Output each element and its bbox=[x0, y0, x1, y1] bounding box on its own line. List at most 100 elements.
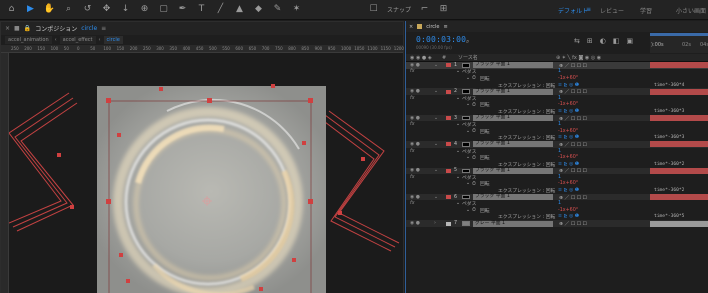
selection-arrow-icon[interactable]: ▶ bbox=[25, 4, 36, 15]
layer-name[interactable]: ブラック 平面 1 bbox=[473, 115, 553, 122]
visibility-eye-icon[interactable]: ◉ ● bbox=[410, 168, 420, 173]
motion-blur-icon[interactable]: ◐ bbox=[600, 37, 606, 45]
expand-chevron-icon[interactable]: ⌄ bbox=[456, 175, 460, 180]
expand-chevron-icon[interactable]: ⌄ bbox=[434, 168, 438, 173]
workspace-default[interactable]: デフォルト bbox=[558, 6, 588, 15]
property-group-value[interactable]: 1 bbox=[558, 96, 561, 101]
puppet-icon[interactable]: ✶ bbox=[291, 4, 302, 15]
fx-icon[interactable]: fx bbox=[410, 122, 415, 127]
fx-icon[interactable]: fx bbox=[410, 69, 415, 74]
visibility-eye-icon[interactable]: ◉ ● bbox=[410, 221, 420, 226]
expand-chevron-icon[interactable]: ⌄ bbox=[466, 181, 470, 186]
layer-row[interactable]: ◉ ● › 7 グレー 平面 1 ⊕ ／ ☐ ☐ ☐ bbox=[406, 220, 708, 227]
visibility-eye-icon[interactable]: ◉ ● bbox=[410, 195, 420, 200]
breadcrumb-accel-animation[interactable]: accel_animation bbox=[5, 36, 52, 44]
expand-chevron-icon[interactable]: ⌄ bbox=[466, 102, 470, 107]
text-icon[interactable]: T bbox=[196, 4, 207, 15]
expression-text[interactable]: time*-360*3 bbox=[654, 135, 684, 140]
expression-controls-icon[interactable]: ≡ ⊵ ◎ ❶ bbox=[558, 188, 579, 193]
zoom-icon[interactable]: ⌕ bbox=[63, 4, 74, 15]
layer-name[interactable]: グレー 平面 1 bbox=[473, 220, 553, 227]
property-group-row[interactable]: fx ⌄ ペダス 1 bbox=[406, 148, 708, 155]
property-group-value[interactable]: 1 bbox=[558, 69, 561, 74]
workspace-review[interactable]: レビュー bbox=[600, 6, 624, 15]
property-group-row[interactable]: fx ⌄ ペダス 1 bbox=[406, 121, 708, 128]
expand-chevron-icon[interactable]: ⌄ bbox=[456, 201, 460, 206]
property-value[interactable]: -1x+60° bbox=[558, 76, 578, 81]
property-value[interactable]: -1x+60° bbox=[558, 208, 578, 213]
expand-chevron-icon[interactable]: ⌄ bbox=[466, 155, 470, 160]
stopwatch-icon[interactable]: ⏱ bbox=[472, 181, 476, 187]
stopwatch-icon[interactable]: ⏱ bbox=[472, 207, 476, 213]
fx-icon[interactable]: fx bbox=[410, 175, 415, 180]
source-name-header[interactable]: ソース名 bbox=[458, 54, 478, 61]
expand-chevron-icon[interactable]: ⌄ bbox=[466, 208, 470, 213]
workspace-learn[interactable]: 学習 bbox=[640, 6, 652, 15]
lock-icon-2[interactable]: 🔒 bbox=[24, 25, 31, 32]
expression-controls-icon[interactable]: ≡ ⊵ ◎ ❶ bbox=[558, 214, 579, 219]
property-row[interactable]: ⌄ ⏱ 回転 -1x+60° bbox=[406, 102, 708, 108]
layer-label-color[interactable] bbox=[446, 195, 451, 200]
time-ruler[interactable]: ):00s 02s 04s bbox=[650, 33, 708, 53]
layer-switches[interactable]: ⊕ ／ ☐ ☐ ☐ bbox=[559, 220, 587, 227]
stopwatch-icon[interactable]: ⏱ bbox=[472, 128, 476, 134]
layer-name[interactable]: ブラック 平面 1 bbox=[473, 141, 553, 148]
expression-text[interactable]: time*-360*3 bbox=[654, 109, 684, 114]
property-value[interactable]: -1x+60° bbox=[558, 129, 578, 134]
property-row[interactable]: ⌄ ⏱ 回転 -1x+60° bbox=[406, 75, 708, 82]
close-icon[interactable]: × bbox=[409, 24, 413, 30]
expression-row[interactable]: エクスプレッション : 回転 ≡ ⊵ ◎ ❶ time*-360*4 bbox=[406, 82, 708, 89]
visibility-eye-icon[interactable]: ◉ ● bbox=[410, 89, 420, 94]
layer-name[interactable]: ブラック 平面 1 bbox=[473, 62, 553, 69]
layer-row[interactable]: ◉ ● ⌄ 1 ブラック 平面 1 ⊕ ／ ☐ ☐ ☐ bbox=[406, 62, 708, 69]
layer-row[interactable]: ◉ ● ⌄ 5 ブラック 平面 1 ⊕ ／ ☐ ☐ ☐ bbox=[406, 167, 708, 174]
brush-icon[interactable]: ╱ bbox=[215, 4, 226, 15]
layer-name[interactable]: ブラック 平面 1 bbox=[473, 194, 553, 201]
hand-icon[interactable]: ✋ bbox=[44, 4, 55, 15]
menu-icon[interactable]: ≡ bbox=[101, 25, 106, 32]
current-time-display[interactable]: 0:00:03:00 bbox=[416, 35, 466, 44]
vertical-ruler[interactable] bbox=[1, 53, 9, 293]
layer-duration-bar[interactable] bbox=[650, 220, 708, 227]
fx-icon[interactable]: fx bbox=[410, 149, 415, 154]
expand-chevron-icon[interactable]: ⌄ bbox=[456, 96, 460, 101]
frame-blend-icon[interactable]: ⊞ bbox=[587, 37, 593, 45]
property-group-row[interactable]: fx ⌄ ペダス 1 bbox=[406, 69, 708, 75]
close-icon[interactable]: × bbox=[5, 25, 10, 32]
roto-icon[interactable]: ✎ bbox=[272, 4, 283, 15]
expression-text[interactable]: time*-360*5 bbox=[654, 214, 684, 219]
expression-text[interactable]: time*-360*2 bbox=[654, 162, 684, 167]
expression-row[interactable]: エクスプレッション : 回転 ≡ ⊵ ◎ ❶ time*-360*5 bbox=[406, 214, 708, 220]
composition-canvas[interactable] bbox=[9, 53, 403, 293]
expand-chevron-icon[interactable]: ⌄ bbox=[434, 116, 438, 121]
property-group-value[interactable]: 1 bbox=[558, 201, 561, 206]
shy-icon[interactable]: ⇆ bbox=[574, 37, 580, 45]
layer-duration-bar[interactable] bbox=[650, 141, 708, 148]
stopwatch-icon[interactable]: ⏱ bbox=[472, 155, 476, 161]
search-icon[interactable]: ⌕ bbox=[466, 38, 474, 46]
stopwatch-icon[interactable]: ⏱ bbox=[472, 75, 476, 81]
property-group-row[interactable]: fx ⌄ ペダス 1 bbox=[406, 174, 708, 181]
fx-icon[interactable]: fx bbox=[410, 201, 415, 206]
expression-row[interactable]: エクスプレッション : 回転 ≡ ⊵ ◎ ❶ time*-360*3 bbox=[406, 135, 708, 141]
property-group-row[interactable]: fx ⌄ ペダス 1 bbox=[406, 200, 708, 207]
visibility-eye-icon[interactable]: ◉ ● bbox=[410, 116, 420, 121]
layer-label-color[interactable] bbox=[446, 116, 451, 121]
menu-icon[interactable]: ≡ bbox=[444, 24, 448, 30]
expression-text[interactable]: time*-360*4 bbox=[654, 83, 684, 88]
property-value[interactable]: -1x+60° bbox=[558, 181, 578, 186]
graph-editor-icon[interactable]: ◧ bbox=[613, 37, 620, 45]
orbit-icon[interactable]: ✥ bbox=[101, 4, 112, 15]
property-group-value[interactable]: 1 bbox=[558, 149, 561, 154]
expression-controls-icon[interactable]: ≡ ⊵ ◎ ❶ bbox=[558, 162, 579, 167]
property-row[interactable]: ⌄ ⏱ 回転 -1x+60° bbox=[406, 181, 708, 187]
expand-chevron-icon[interactable]: › bbox=[434, 221, 436, 226]
layer-duration-bar[interactable] bbox=[650, 115, 708, 122]
horizontal-ruler[interactable]: 250 200 150 100 50 0 50 100 150 200 250 300 350 400 45… bbox=[1, 45, 404, 53]
layer-label-color[interactable] bbox=[446, 63, 451, 68]
snap-magnet-icon[interactable]: ⌐ bbox=[419, 4, 430, 15]
layer-row[interactable]: ◉ ● ⌄ 2 ブラック 平面 1 ⊕ ／ ☐ ☐ ☐ bbox=[406, 88, 708, 95]
expression-row[interactable]: エクスプレッション : 回転 ≡ ⊵ ◎ ❶ time*-360*2 bbox=[406, 187, 708, 194]
property-value[interactable]: -1x+60° bbox=[558, 102, 578, 107]
expand-chevron-icon[interactable]: ⌄ bbox=[434, 63, 438, 68]
